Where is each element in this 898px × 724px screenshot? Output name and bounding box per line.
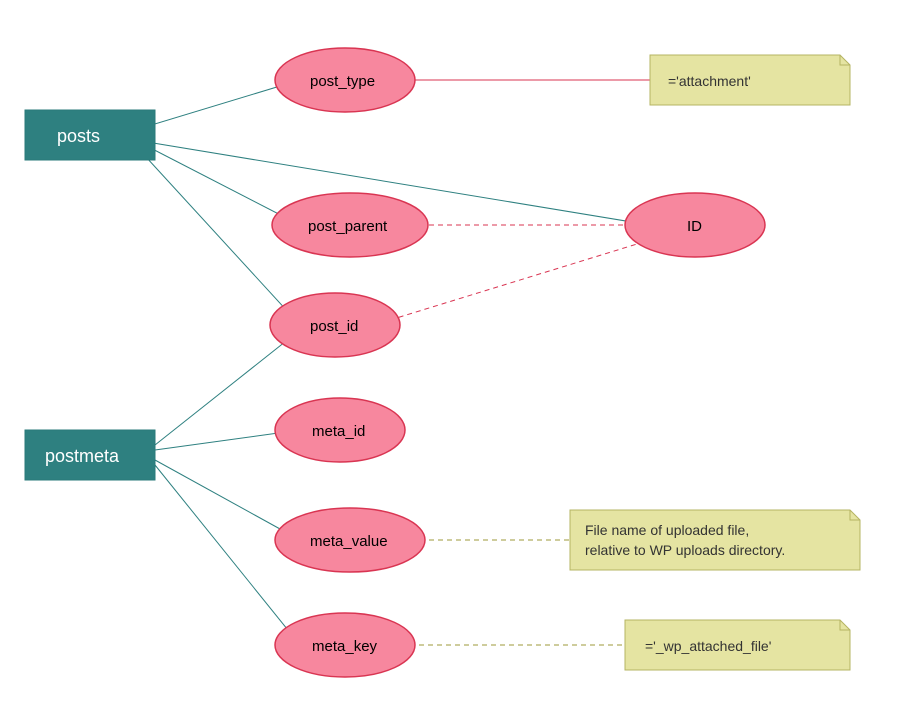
attr-post-type-label: post_type — [310, 73, 375, 90]
attr-post-id-label: post_id — [310, 318, 358, 335]
note-filename-line1: File name of uploaded file, — [585, 522, 749, 538]
link-posts-postparent — [135, 140, 300, 225]
attr-meta-key-label: meta_key — [312, 638, 378, 655]
note-filename-line2: relative to WP uploads directory. — [585, 542, 785, 558]
attr-post-parent-label: post_parent — [308, 218, 388, 235]
attr-post-id: post_id — [270, 293, 400, 357]
note-wp-attached: ='_wp_attached_file' — [625, 620, 850, 670]
link-postmeta-metakey — [155, 465, 300, 645]
entity-postmeta-label: postmeta — [45, 446, 120, 466]
er-diagram: posts postmeta post_type post_parent ID … — [0, 0, 898, 724]
link-postid-id — [390, 240, 650, 320]
attr-meta-id-label: meta_id — [312, 423, 365, 440]
attr-post-type: post_type — [275, 48, 415, 112]
note-attachment: ='attachment' — [650, 55, 850, 105]
link-postmeta-metavalue — [155, 460, 300, 540]
attr-meta-value-label: meta_value — [310, 533, 388, 550]
attr-id-label: ID — [687, 218, 702, 235]
attr-meta-id: meta_id — [275, 398, 405, 462]
note-attachment-text: ='attachment' — [668, 73, 751, 89]
attr-meta-key: meta_key — [275, 613, 415, 677]
entity-posts-label: posts — [57, 126, 100, 146]
attr-meta-value: meta_value — [275, 508, 425, 572]
entity-postmeta: postmeta — [25, 430, 155, 480]
entity-posts: posts — [25, 110, 155, 160]
note-wp-attached-text: ='_wp_attached_file' — [645, 638, 771, 654]
link-posts-posttype — [135, 80, 300, 130]
attr-post-parent: post_parent — [272, 193, 428, 257]
attr-id: ID — [625, 193, 765, 257]
note-filename: File name of uploaded file, relative to … — [570, 510, 860, 570]
